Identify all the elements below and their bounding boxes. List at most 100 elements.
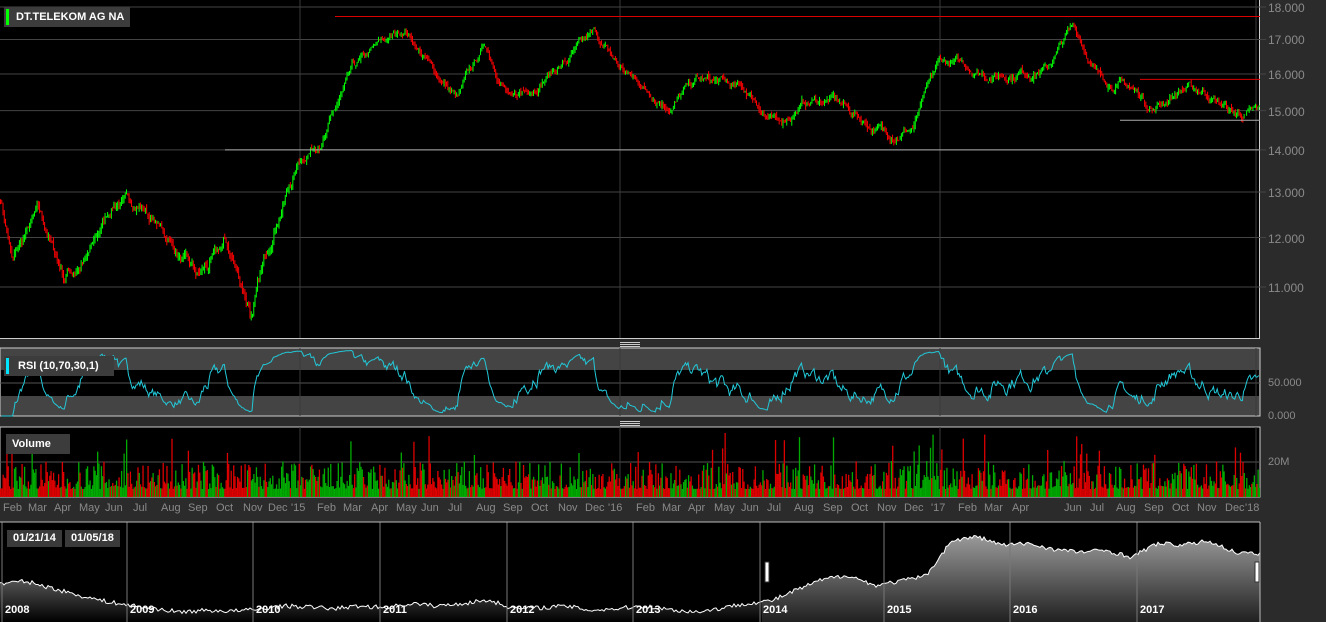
panel-resize-handle[interactable]: [620, 342, 640, 347]
volume-bar: [1209, 476, 1211, 497]
navigator-right-handle[interactable]: [1254, 561, 1260, 583]
volume-bar: [456, 463, 458, 497]
volume-bar: [41, 479, 43, 497]
x-axis-label: Mar: [343, 502, 362, 514]
volume-bar: [273, 488, 275, 497]
panel-resize-handle[interactable]: [620, 421, 640, 426]
volume-bar: [602, 473, 604, 497]
price-axis-label: 15.000: [1268, 104, 1305, 119]
x-axis-label: Apr: [54, 502, 72, 514]
volume-bar: [129, 471, 132, 497]
volume-bar: [401, 467, 404, 497]
volume-bar: [467, 487, 469, 497]
x-axis-label: Sep: [188, 502, 208, 514]
volume-bar: [766, 479, 768, 497]
volume-bar: [1237, 488, 1239, 497]
volume-bar: [103, 461, 105, 497]
volume-bar: [231, 488, 234, 497]
volume-bar: [970, 488, 972, 497]
volume-bar: [792, 469, 794, 497]
range-end-date[interactable]: 01/05/18: [65, 530, 120, 547]
volume-bar: [561, 488, 564, 497]
volume-bar: [782, 463, 784, 497]
volume-bar: [1096, 474, 1098, 497]
volume-bar: [457, 472, 459, 497]
volume-bar: [502, 467, 505, 497]
volume-bar: [734, 488, 736, 497]
volume-bar: [840, 488, 842, 497]
volume-bar: [1086, 453, 1088, 497]
volume-bar: [1233, 475, 1235, 497]
x-axis-label: Jun: [105, 502, 123, 514]
volume-bar: [120, 470, 123, 497]
volume-bar: [498, 478, 501, 497]
volume-bar: [817, 480, 820, 497]
volume-bar: [869, 474, 871, 497]
chart-canvas[interactable]: [0, 0, 1326, 622]
volume-bar: [1050, 472, 1053, 497]
volume-bar: [1256, 483, 1258, 497]
volume-bar: [226, 452, 229, 497]
volume-bar: [551, 481, 554, 497]
volume-bar: [1052, 487, 1054, 497]
volume-bar: [884, 488, 886, 497]
volume-bar: [623, 486, 625, 497]
volume-bar: [1106, 488, 1108, 497]
volume-bar: [343, 484, 346, 497]
volume-bar: [1057, 479, 1059, 497]
volume-bar: [114, 484, 116, 497]
volume-bar: [393, 482, 395, 497]
volume-bar: [1084, 482, 1087, 497]
volume-bar: [882, 481, 884, 497]
volume-bar: [0, 488, 2, 497]
volume-bar: [372, 466, 375, 497]
volume-bar: [863, 488, 865, 497]
volume-bar: [524, 477, 526, 497]
volume-bar: [1082, 488, 1084, 497]
volume-bar: [105, 481, 108, 497]
volume-bar: [345, 488, 347, 497]
volume-bar: [701, 470, 704, 497]
volume-bar: [191, 467, 193, 497]
volume-bar: [438, 477, 440, 497]
volume-bar: [1083, 472, 1085, 497]
volume-bar: [670, 473, 672, 497]
volume-bar: [1078, 478, 1080, 497]
volume-bar: [648, 462, 651, 497]
volume-bar: [7, 466, 9, 497]
volume-bar: [963, 470, 966, 497]
volume-bar: [365, 487, 367, 497]
volume-bar: [613, 468, 615, 497]
volume-bar: [748, 488, 750, 497]
volume-bar: [104, 483, 106, 497]
volume-bar: [754, 466, 757, 497]
volume-bar: [631, 485, 633, 497]
volume-bar: [656, 488, 658, 497]
volume-bar: [236, 476, 239, 497]
volume-bar: [354, 474, 356, 497]
volume-bar: [507, 475, 510, 497]
volume-bar: [480, 467, 482, 497]
volume-bar: [798, 437, 801, 497]
volume-bar: [573, 476, 575, 497]
volume-bar: [1040, 485, 1043, 497]
volume-bar: [229, 487, 231, 497]
volume-bar: [997, 485, 1000, 497]
volume-bar: [830, 465, 832, 497]
volume-bar: [1059, 486, 1061, 497]
volume-bar: [577, 478, 579, 497]
volume-bar: [565, 484, 568, 497]
volume-bar: [260, 486, 263, 497]
volume-bar: [540, 480, 542, 497]
volume-bar: [1011, 488, 1014, 497]
volume-bar: [1043, 474, 1045, 497]
volume-bar: [1064, 472, 1066, 497]
volume-bar: [331, 486, 333, 497]
volume-bar: [593, 488, 595, 497]
x-axis-label: '15: [291, 502, 306, 514]
volume-bar: [1151, 463, 1153, 497]
volume-bar: [777, 474, 779, 497]
navigator-left-handle[interactable]: [764, 561, 770, 583]
range-start-date[interactable]: 01/21/14: [7, 530, 62, 547]
volume-bar: [834, 474, 836, 497]
